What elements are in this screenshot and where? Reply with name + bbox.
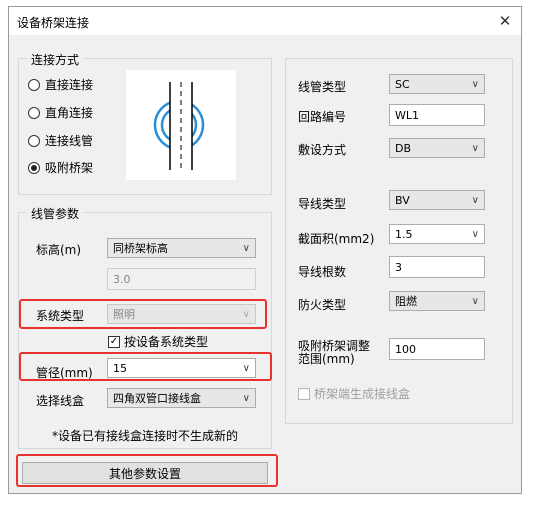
chevron-down-icon: ∨	[471, 79, 479, 90]
radio-conduit-button[interactable]	[28, 134, 40, 147]
box-select[interactable]: 四角双管口接线盒 ∨	[107, 388, 256, 408]
elevation-value: 同桥架标高	[113, 242, 168, 255]
highlight-other-params	[16, 454, 278, 487]
circuit-value: WL1	[395, 108, 420, 122]
fire-value: 阻燃	[395, 295, 417, 308]
chevron-down-icon: ∨	[242, 243, 250, 254]
wire-count-input[interactable]: 3	[389, 256, 485, 278]
pipe-legend: 线管参数	[27, 205, 84, 222]
elevation-input[interactable]: 3.0	[107, 268, 256, 290]
dialog-title: 设备桥架连接	[17, 16, 90, 30]
wire-type-label: 导线类型	[298, 197, 347, 211]
circuit-label: 回路编号	[298, 110, 347, 124]
section-label: 截面积(mm2)	[298, 232, 375, 246]
wire-count-value: 3	[395, 260, 402, 274]
wire-type-select[interactable]: BV ∨	[389, 190, 485, 210]
note-text: *设备已有接线盒连接时不生成新的	[52, 429, 239, 443]
radio-attach-tray[interactable]: 吸附桥架	[28, 159, 93, 176]
range-label-line2: 范围(mm)	[298, 352, 355, 366]
highlight-diameter	[19, 352, 272, 381]
box-label: 选择线盒	[36, 394, 85, 408]
gen-box-label: 桥架端生成接线盒	[314, 387, 411, 401]
title-bar: 设备桥架连接 ✕	[9, 7, 521, 35]
range-value: 100	[395, 342, 416, 356]
connect-legend: 连接方式	[27, 51, 84, 68]
conduit-type-select[interactable]: SC ∨	[389, 74, 485, 94]
laying-label: 敷设方式	[298, 143, 347, 157]
circuit-input[interactable]: WL1	[389, 104, 485, 126]
radio-conduit[interactable]: 连接线管	[28, 132, 93, 149]
elevation-input-value: 3.0	[113, 272, 131, 286]
radio-direct-button[interactable]	[28, 78, 40, 91]
radio-direct-label: 直接连接	[45, 78, 94, 92]
laying-value: DB	[395, 141, 412, 155]
chevron-down-icon: ∨	[242, 393, 250, 404]
connection-preview-image	[126, 70, 236, 180]
section-value: 1.5	[395, 227, 413, 241]
laying-select[interactable]: DB ∨	[389, 138, 485, 158]
gen-box-checkbox-box[interactable]	[298, 387, 310, 400]
wire-type-value: BV	[395, 193, 410, 207]
by-device-checkbox[interactable]: ✓ 按设备系统类型	[108, 333, 208, 350]
fire-label: 防火类型	[298, 298, 347, 312]
radio-right-angle[interactable]: 直角连接	[28, 104, 93, 121]
radio-right-angle-label: 直角连接	[45, 106, 94, 120]
chevron-down-icon: ∨	[471, 143, 479, 154]
radio-attach-tray-button[interactable]	[28, 161, 40, 174]
by-device-label: 按设备系统类型	[124, 335, 209, 349]
conduit-type-label: 线管类型	[298, 80, 347, 94]
radio-conduit-label: 连接线管	[45, 134, 94, 148]
conduit-type-value: SC	[395, 77, 410, 91]
radio-right-angle-button[interactable]	[28, 106, 40, 119]
elevation-label: 标高(m)	[36, 243, 82, 257]
fire-select[interactable]: 阻燃 ∨	[389, 291, 485, 311]
by-device-checkbox-box[interactable]: ✓	[108, 335, 120, 348]
box-value: 四角双管口接线盒	[113, 392, 201, 405]
chevron-down-icon: ∨	[471, 296, 479, 307]
wire-count-label: 导线根数	[298, 265, 347, 279]
range-input[interactable]: 100	[389, 338, 485, 360]
gen-box-checkbox[interactable]: 桥架端生成接线盒	[298, 385, 410, 402]
chevron-down-icon: ∨	[471, 195, 479, 206]
section-select[interactable]: 1.5 ∨	[389, 224, 485, 244]
highlight-system-type	[19, 299, 267, 329]
radio-direct[interactable]: 直接连接	[28, 76, 93, 93]
radio-attach-tray-label: 吸附桥架	[45, 161, 94, 175]
chevron-down-icon: ∨	[471, 229, 479, 240]
close-icon[interactable]: ✕	[495, 12, 515, 30]
elevation-select[interactable]: 同桥架标高 ∨	[107, 238, 256, 258]
